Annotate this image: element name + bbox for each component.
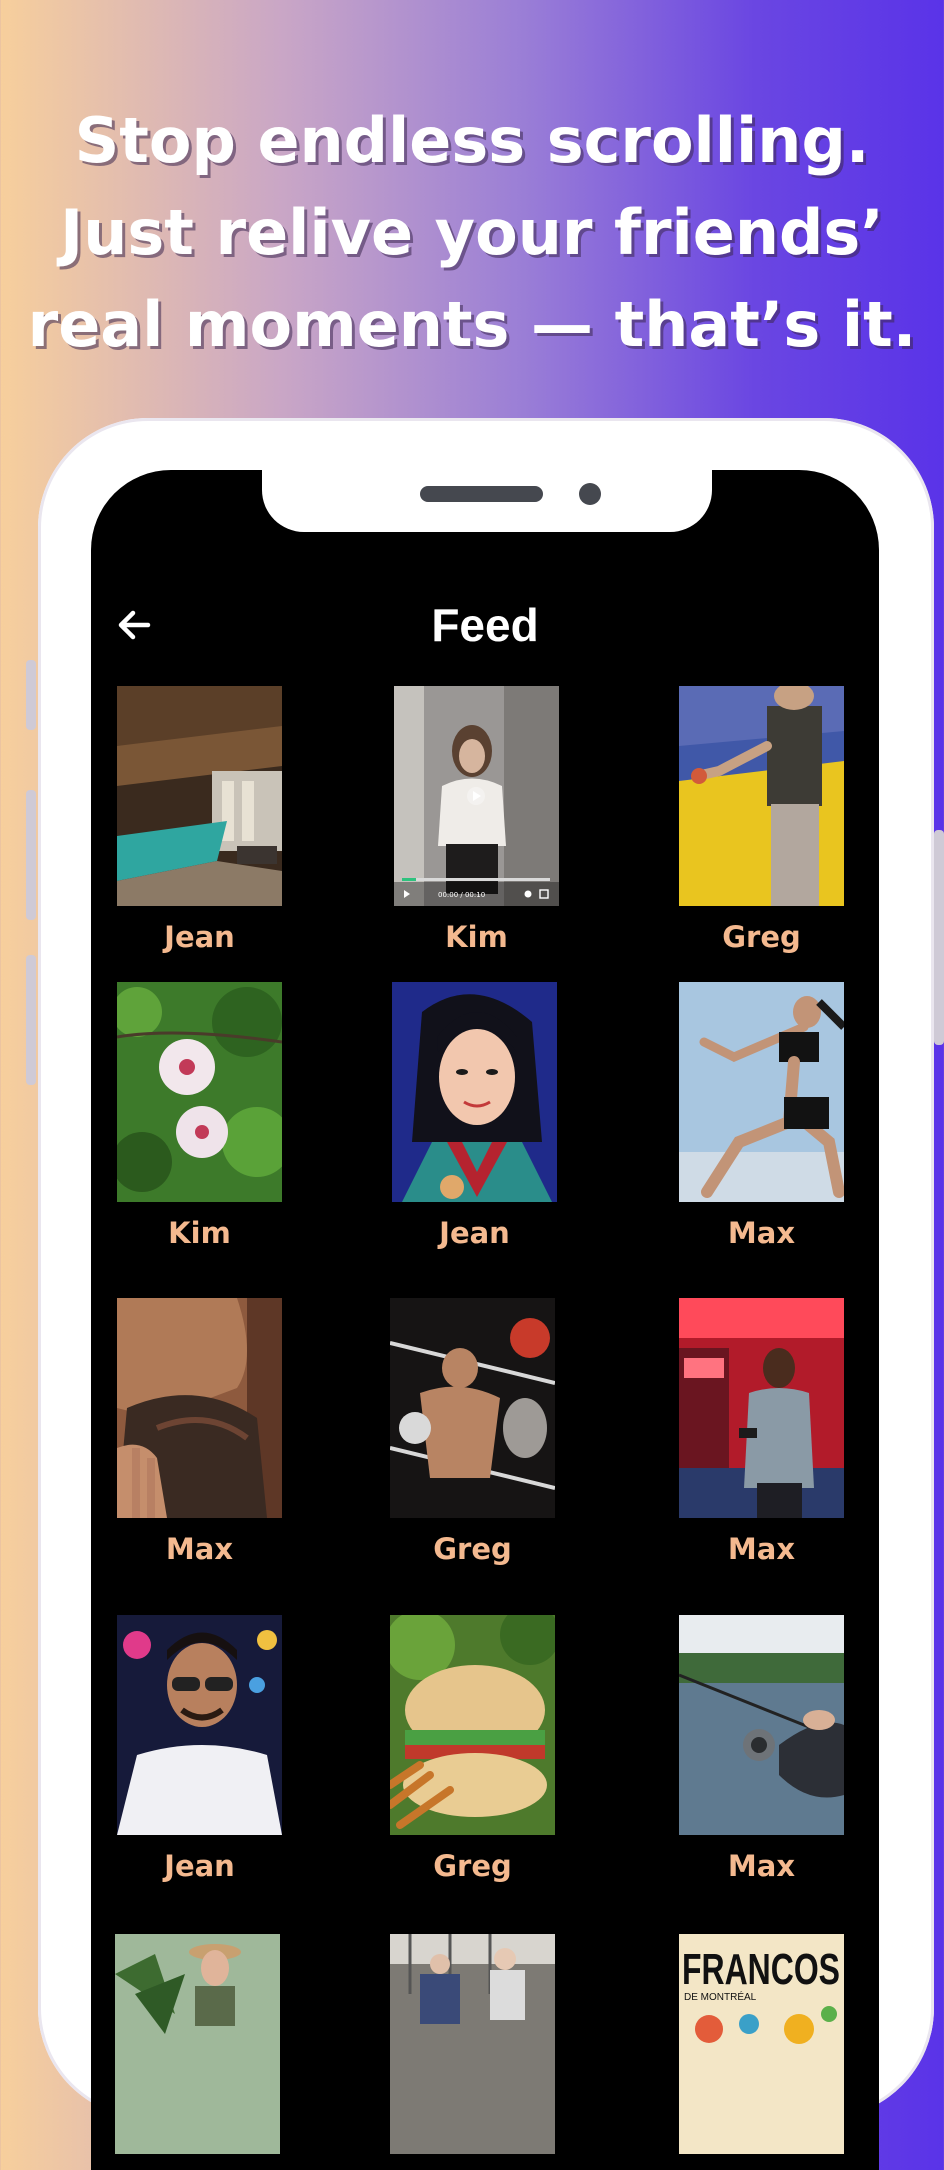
animated-heroine-image	[392, 982, 557, 1202]
festival-poster-image: FRANCOS DE MONTRÉAL	[679, 1934, 844, 2154]
boxing-match-photo	[390, 1298, 555, 1518]
phone-volume-down-button	[26, 955, 36, 1085]
feed-item[interactable]: Greg	[679, 686, 844, 954]
feed-item[interactable]: Jean	[392, 982, 557, 1250]
feed-item[interactable]: FRANCOS DE MONTRÉAL	[679, 1934, 844, 2168]
feed-item[interactable]: Max	[679, 982, 844, 1250]
friend-name: Greg	[722, 920, 801, 954]
feed-item[interactable]: Greg	[390, 1615, 555, 1883]
gym-floor-photo	[679, 686, 844, 906]
friend-name: Jean	[439, 1216, 510, 1250]
friend-name: Max	[727, 1216, 796, 1250]
feed-item[interactable]	[115, 1934, 280, 2168]
phone-screen: Feed Jean 00:00 / 00:10 Kim Greg Kim Jea…	[91, 470, 879, 2170]
feed-item[interactable]: Greg	[390, 1298, 555, 1566]
man-in-neon-shop-photo	[679, 1298, 844, 1518]
friend-name: Greg	[433, 1849, 512, 1883]
friend-name: Greg	[433, 1532, 512, 1566]
friend-name: Jean	[164, 1849, 235, 1883]
indoor-pool-photo	[117, 686, 282, 906]
white-flowers-photo	[117, 982, 282, 1202]
feed-item[interactable]: Jean	[117, 686, 282, 954]
page-title: Feed	[431, 599, 539, 651]
friend-name: Max	[727, 1532, 796, 1566]
feed-item[interactable]	[390, 1934, 555, 2168]
poster-subtitle: DE MONTRÉAL	[684, 1990, 757, 2003]
friend-name: Jean	[164, 920, 235, 954]
feed-item[interactable]: 00:00 / 00:10 Kim	[394, 686, 559, 954]
poster-title: FRANCOS	[682, 1945, 840, 1994]
feed-item[interactable]: Max	[679, 1298, 844, 1566]
speaker-grille	[420, 486, 543, 502]
feed-item[interactable]: Kim	[117, 982, 282, 1250]
front-camera	[579, 483, 601, 505]
runner-photo	[679, 982, 844, 1202]
friend-name: Max	[727, 1849, 796, 1883]
phone-volume-up-button	[26, 790, 36, 920]
woman-with-hat-photo	[115, 1934, 280, 2154]
friend-name: Max	[165, 1532, 234, 1566]
headline: Stop endless scrolling. Just relive your…	[27, 104, 917, 361]
fishing-rod-photo	[679, 1615, 844, 1835]
burger-photo	[390, 1615, 555, 1835]
bearded-face-photo	[117, 1298, 282, 1518]
woman-video-clip: 00:00 / 00:10	[394, 686, 559, 906]
phone-mute-switch	[26, 660, 36, 730]
phone-power-button	[934, 830, 944, 1045]
feed-item[interactable]: Max	[117, 1298, 282, 1566]
friend-name: Kim	[168, 1216, 231, 1250]
feed-item[interactable]: Max	[679, 1615, 844, 1883]
friend-name: Kim	[445, 920, 508, 954]
man-in-sunglasses-photo	[117, 1615, 282, 1835]
street-couple-photo	[390, 1934, 555, 2154]
feed-item[interactable]: Jean	[117, 1615, 282, 1883]
video-time: 00:00 / 00:10	[438, 891, 485, 899]
